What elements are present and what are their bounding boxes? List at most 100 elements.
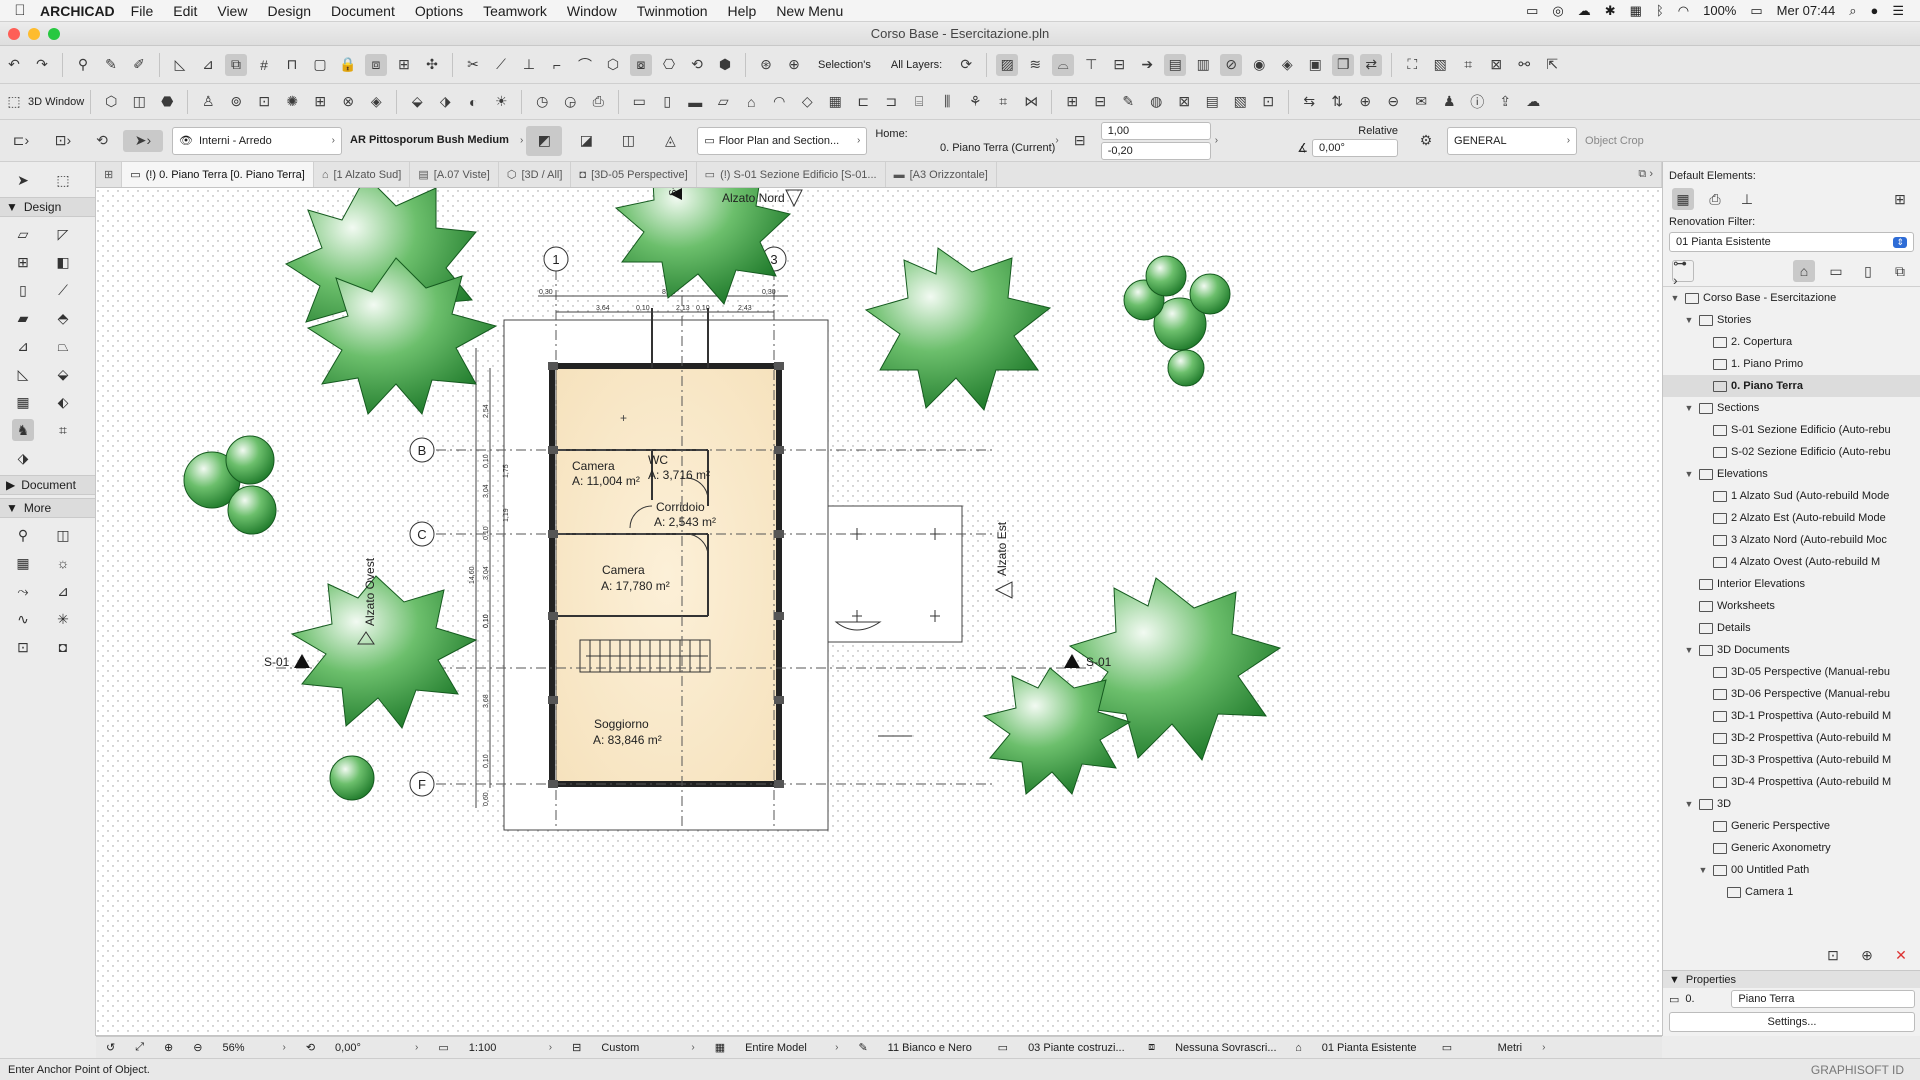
- menu-edit[interactable]: Edit: [173, 3, 197, 19]
- slab-icon[interactable]: ▱: [712, 91, 734, 113]
- fills-icon[interactable]: ▧: [1229, 91, 1251, 113]
- triangle-down-icon[interactable]: ▼: [1683, 799, 1695, 809]
- minimize-window-button[interactable]: [28, 27, 40, 40]
- menu-help[interactable]: Help: [728, 3, 757, 19]
- publish-icon[interactable]: ⎙: [587, 91, 609, 113]
- menu-design[interactable]: Design: [267, 3, 311, 19]
- navigator-item[interactable]: ▼ 3D: [1663, 793, 1920, 815]
- tab-floor-plan[interactable]: ▭ (!) 0. Piano Terra [0. Piano Terra]: [122, 162, 314, 187]
- battery-text[interactable]: 100%: [1703, 3, 1736, 18]
- sync-cloud-icon[interactable]: ☁: [1522, 91, 1544, 113]
- resize-icon[interactable]: ⬡: [602, 54, 624, 76]
- object-preview-icon[interactable]: ◩: [526, 125, 563, 156]
- shell-icon[interactable]: ◠: [768, 91, 790, 113]
- profiles-icon[interactable]: ⊠: [1173, 91, 1195, 113]
- navigator-item[interactable]: 3D-2 Prospettiva (Auto-rebuild M: [1663, 727, 1920, 749]
- navigator-item[interactable]: 2. Copertura: [1663, 331, 1920, 353]
- window-tool[interactable]: ⊞: [12, 251, 34, 273]
- push-pull-icon[interactable]: ⇱: [1541, 54, 1563, 76]
- wall-icon[interactable]: ▭: [628, 91, 650, 113]
- units-value[interactable]: Metri: [1462, 1042, 1532, 1054]
- find-select-icon[interactable]: ⚲: [72, 54, 94, 76]
- zoom-window-button[interactable]: [48, 27, 60, 40]
- camera-tool[interactable]: ◘: [52, 636, 74, 658]
- structure-value[interactable]: Custom: [591, 1042, 681, 1054]
- hotspot-tool[interactable]: ⚲: [12, 524, 34, 546]
- wifi-icon[interactable]: ◠: [1678, 3, 1689, 19]
- triangle-down-icon[interactable]: ▼: [1683, 469, 1695, 479]
- composite-icon[interactable]: ▤: [1201, 91, 1223, 113]
- settings-button[interactable]: Settings...: [1669, 1012, 1915, 1032]
- door-icon[interactable]: ⊏: [852, 91, 874, 113]
- delete-icon[interactable]: ✕: [1890, 944, 1912, 966]
- snap-guides-icon[interactable]: ⊿: [197, 54, 219, 76]
- angle-value[interactable]: 0,00°: [325, 1042, 405, 1054]
- mirror-icon[interactable]: ⎔: [658, 54, 680, 76]
- attributes-icon[interactable]: ⊟: [1089, 91, 1111, 113]
- triangle-down-icon[interactable]: ▼: [1683, 645, 1695, 655]
- navigator-item[interactable]: 3D-4 Prospettiva (Auto-rebuild M: [1663, 771, 1920, 793]
- menu-new-menu[interactable]: New Menu: [776, 3, 843, 19]
- menu-view[interactable]: View: [217, 3, 247, 19]
- share-icon[interactable]: ⇪: [1494, 91, 1516, 113]
- adjust-icon[interactable]: ⟋: [490, 54, 512, 76]
- solid-icon[interactable]: ⬗: [434, 91, 456, 113]
- triangle-down-icon[interactable]: ▼: [1683, 403, 1695, 413]
- drag-icon[interactable]: ⬢: [714, 54, 736, 76]
- 3d-style-icon[interactable]: ⬣: [156, 91, 178, 113]
- mvo-value[interactable]: 03 Piante costruzi...: [1018, 1042, 1138, 1054]
- camera-icon[interactable]: ◷: [531, 91, 553, 113]
- curtain-wall-icon[interactable]: ▦: [824, 91, 846, 113]
- floor-plan-drawing[interactable]: 0,30 8,40 0,30 3,64 0,10 2,13 0,10 2,43 …: [96, 188, 1662, 1036]
- object-tool[interactable]: ◧: [52, 251, 74, 273]
- send-receive-icon[interactable]: ⇅: [1326, 91, 1348, 113]
- pattern-icon[interactable]: ▥: [1192, 54, 1214, 76]
- tree[interactable]: [329, 755, 375, 801]
- triangle-down-icon[interactable]: ▼: [1683, 315, 1695, 325]
- sync-icon[interactable]: ◎: [1552, 3, 1563, 19]
- tab-elevation[interactable]: ⌂ [1 Alzato Sud]: [314, 162, 411, 187]
- 3d-box-icon[interactable]: ◫: [128, 91, 150, 113]
- syringe-icon[interactable]: ✐: [128, 54, 150, 76]
- figure-tool[interactable]: ◫: [52, 524, 74, 546]
- anchor-icon[interactable]: ⊡›: [45, 130, 81, 152]
- object-icon[interactable]: ⚘: [964, 91, 986, 113]
- photo-icon[interactable]: ◶: [559, 91, 581, 113]
- home-map-icon[interactable]: ⌂: [1793, 260, 1815, 282]
- zone-tool[interactable]: ⌗: [52, 419, 74, 441]
- extension-icon[interactable]: ✱: [1605, 3, 1616, 19]
- override-value[interactable]: Nessuna Sovrascri...: [1165, 1042, 1285, 1054]
- chevron-right-icon[interactable]: ›: [825, 1042, 848, 1053]
- chevron-right-icon[interactable]: ›: [1215, 135, 1218, 146]
- roof-icon[interactable]: ⌂: [740, 91, 762, 113]
- view-map-icon[interactable]: ▭: [1825, 260, 1847, 282]
- navigator-item[interactable]: 3D-05 Perspective (Manual-rebu: [1663, 661, 1920, 683]
- navigator-item[interactable]: ▼ 3D Documents: [1663, 639, 1920, 661]
- zone-icon[interactable]: ⌗: [992, 91, 1014, 113]
- menu-twinmotion[interactable]: Twinmotion: [637, 3, 708, 19]
- navigator-item[interactable]: 0. Piano Terra: [1663, 375, 1920, 397]
- close-window-button[interactable]: [8, 27, 20, 40]
- apple-icon[interactable]: : [0, 2, 40, 19]
- ungroup-icon[interactable]: ⊕: [783, 54, 805, 76]
- navigator-item[interactable]: 3D-06 Perspective (Manual-rebu: [1663, 683, 1920, 705]
- rotate-icon[interactable]: ⟲: [686, 54, 708, 76]
- geometry-method-icon[interactable]: ⊏›: [3, 130, 39, 152]
- teamwork-icon[interactable]: ⇆: [1298, 91, 1320, 113]
- toolbox-section-more[interactable]: ▼ More: [0, 498, 95, 518]
- layer-dropdown[interactable]: 👁 Interni - Arredo ›: [172, 126, 342, 155]
- properties-header[interactable]: ▼ Properties: [1663, 970, 1920, 988]
- zoom-out-icon[interactable]: ⊖: [183, 1041, 212, 1054]
- window-tool-icon[interactable]: ⊐: [880, 91, 902, 113]
- general-dropdown[interactable]: GENERAL ›: [1447, 126, 1578, 155]
- 3d-window-icon[interactable]: ⬚: [3, 91, 25, 113]
- door-tool[interactable]: ◸: [52, 223, 74, 245]
- grid-tool[interactable]: ▦: [12, 552, 34, 574]
- info-icon[interactable]: ⓘ: [1466, 91, 1488, 113]
- hatch-icon[interactable]: ▨: [996, 53, 1019, 76]
- chevron-right-icon[interactable]: ›: [405, 1042, 428, 1053]
- floor-area[interactable]: [555, 367, 779, 785]
- reserve-icon[interactable]: ⊕: [1354, 91, 1376, 113]
- lamp-tool[interactable]: ☼: [52, 552, 74, 574]
- stair-tool[interactable]: ⊿: [12, 335, 34, 357]
